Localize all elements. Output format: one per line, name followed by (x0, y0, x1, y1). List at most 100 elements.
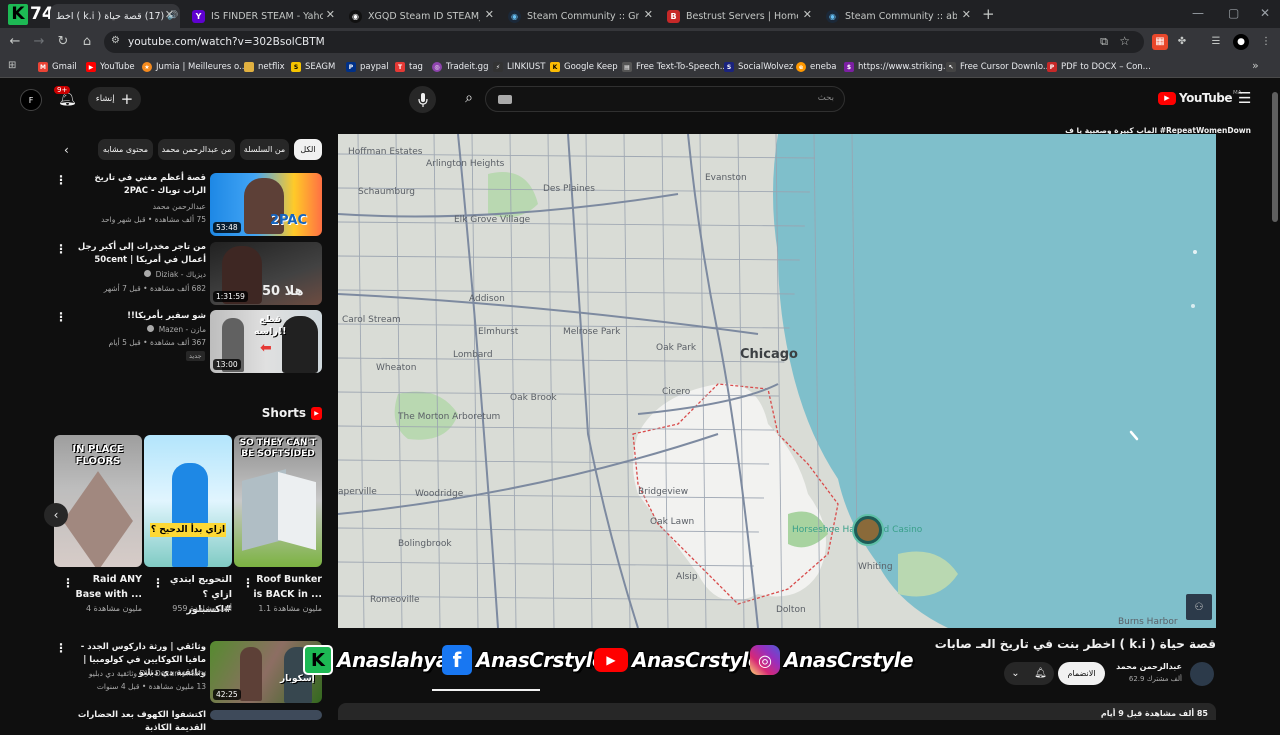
short-title[interactable]: Roof Bunker is BACK in ... (248, 572, 322, 602)
page-scrollbar[interactable] (1270, 80, 1280, 720)
related-thumbnail[interactable]: 2PAC 53:48 (210, 173, 322, 236)
short-card[interactable]: ازاي بدأ الدحيح ؟ (144, 435, 232, 567)
bookmark-google-keep[interactable]: K Google Keep (550, 60, 618, 74)
tab-youtube-video[interactable]: (17) قصة حياة ( k.i ) اخط 🔊 ✕ (50, 4, 180, 28)
shorts-prev-button[interactable]: ‹ (44, 503, 68, 527)
menu-icon[interactable]: ⋮ (1258, 34, 1274, 50)
progress-indicator[interactable] (432, 689, 540, 691)
related-channel[interactable]: DW Documentary وثائقية دي دبليو (72, 668, 206, 680)
create-button[interactable]: إنشاء + (88, 87, 141, 111)
bookmark-striking[interactable]: $ https://www.striking... (844, 60, 951, 74)
more-options-icon[interactable]: ⋮ (55, 641, 67, 655)
bookmark-seagm[interactable]: S SEAGM (291, 60, 335, 74)
bookmark-gmail[interactable]: M Gmail (38, 60, 77, 74)
description-box[interactable]: 85 ألف مشاهدة قبل 9 أيام (338, 703, 1216, 720)
bookmark-linkiust[interactable]: ⚡ LINKIUST (493, 60, 546, 74)
join-button[interactable]: الانضمام (1058, 662, 1105, 685)
bookmark-netflix[interactable]: netflix (244, 60, 285, 74)
more-options-icon[interactable]: ⋮ (55, 242, 67, 256)
puzzle-icon[interactable]: ✤ (1174, 34, 1190, 50)
youtube-logo[interactable]: ▶ YouTube MA (1158, 90, 1242, 105)
related-title[interactable]: قصة أعظم مغني في تاريخ الراب توباك - 2PA… (72, 172, 207, 198)
related-thumbnail[interactable]: قطع راسه!! ⬅ 13:00 (210, 310, 322, 373)
bookmark-star-icon[interactable]: ☆ (1119, 34, 1130, 48)
address-bar[interactable]: ⚙ youtube.com/watch?v=302BsolCBTM ⧉ ☆ (104, 31, 1144, 53)
forward-icon[interactable]: → (30, 34, 48, 49)
close-icon[interactable]: ✕ (803, 8, 812, 21)
short-card[interactable]: IN PLACE FLOORS (54, 435, 142, 567)
bookmark-tag[interactable]: Ttag (395, 60, 423, 74)
search-icon[interactable]: ⌕ (454, 90, 484, 106)
related-thumbnail[interactable] (210, 710, 322, 720)
chip-similar[interactable]: محتوى مشابه (98, 139, 153, 160)
close-icon[interactable]: ✕ (485, 8, 494, 21)
more-options-icon[interactable]: ⋮ (55, 173, 67, 187)
map-label: Elmhurst (478, 327, 519, 337)
profile-icon[interactable]: ● (1233, 34, 1249, 50)
chip-from-channel[interactable]: من عبدالرحمن محمد (158, 139, 235, 160)
related-title[interactable]: اكتشفوا الكهوف بعد الحضارات القديمة الكا… (72, 709, 206, 735)
close-icon[interactable]: ✕ (165, 8, 174, 21)
scrollbar-thumb[interactable] (1272, 92, 1278, 222)
bookmark-jumia[interactable]: ★ Jumia | Meilleures o... (142, 60, 247, 74)
related-thumbnail[interactable]: 50 هلا 1:31:59 (210, 242, 322, 305)
tab-yahoo[interactable]: Y IS FINDER STEAM - Yahoo Sear ✕ (186, 4, 341, 28)
video-player[interactable]: Hoffman Estates Arlington Heights Des Plai… (338, 134, 1216, 628)
close-icon[interactable]: ✕ (962, 8, 971, 21)
notifications-button[interactable]: 🔔︎ 9+ (54, 86, 80, 110)
short-card[interactable]: SO THEY CAN'T BE SOFTSIDED (234, 435, 322, 567)
more-options-icon[interactable]: ⋮ (152, 576, 164, 590)
bookmark-socialwolvez[interactable]: S SocialWolvez (724, 60, 793, 74)
chip-all[interactable]: الكل (294, 139, 322, 160)
back-icon[interactable]: ← (6, 34, 24, 49)
bookmark-pdf[interactable]: P PDF to DOCX – Con... (1047, 60, 1151, 74)
chip-series[interactable]: من السلسلة (240, 139, 289, 160)
bookmark-eneba[interactable]: e eneba (796, 60, 836, 74)
close-icon[interactable]: ✕ (644, 8, 653, 21)
reload-icon[interactable]: ↻ (54, 34, 72, 49)
site-info-icon[interactable]: ⚙ (111, 35, 120, 46)
voice-search-button[interactable] (409, 86, 436, 113)
apps-icon[interactable]: ⊞ (8, 60, 16, 71)
new-tab-button[interactable]: + (982, 5, 995, 23)
related-channel[interactable]: عبدالرحمن محمد (72, 201, 206, 213)
related-title[interactable]: شو سفير بأمريكا!! (72, 310, 206, 323)
bookmark-tts[interactable]: ▤ Free Text-To-Speech... (622, 60, 728, 74)
chips-prev-icon[interactable]: ‹ (64, 143, 69, 157)
keyboard-icon[interactable] (498, 95, 512, 104)
account-avatar[interactable]: F (20, 89, 42, 111)
short-building (278, 471, 316, 551)
more-options-icon[interactable]: ⋮ (242, 576, 254, 590)
tab-steam-profile[interactable]: ◉ Steam Community :: abdullah.R ✕ (820, 4, 977, 28)
related-channel[interactable]: مازن - Mazen (72, 324, 206, 336)
close-icon[interactable]: ✕ (326, 8, 335, 21)
channel-avatar[interactable] (1190, 662, 1214, 686)
hamburger-menu-icon[interactable]: ☰ (1238, 89, 1251, 107)
bookmark-cursor[interactable]: ↖ Free Cursor Downlo... (946, 60, 1051, 74)
related-channel[interactable]: ديزياك - Diziak (72, 269, 206, 281)
bookmark-youtube[interactable]: ▶ YouTube (86, 60, 135, 74)
tab-xgqd[interactable]: ◉ XGQD Steam ID STEAM_0:1:51: ✕ (343, 4, 500, 28)
extension-icon[interactable]: ▦ (1152, 34, 1168, 50)
search-input[interactable]: بحث (818, 93, 834, 103)
install-app-icon[interactable]: ⧉ (1100, 35, 1108, 49)
tab-bestrust[interactable]: B Bestrust Servers | Home ✕ (661, 4, 818, 28)
channel-watermark[interactable]: ⚇ (1186, 594, 1212, 620)
subscribed-button[interactable]: ⌄ 🔔︎ (1004, 662, 1054, 685)
channel-name[interactable]: عبدالرحمن محمد (1110, 662, 1182, 671)
more-bookmarks-icon[interactable]: » (1252, 59, 1259, 72)
more-options-icon[interactable]: ⋮ (62, 576, 74, 590)
minimize-icon[interactable]: — (1192, 6, 1204, 20)
related-title[interactable]: من تاجر مخدرات إلى أكبر رجل أعمال في أمر… (72, 241, 206, 267)
tab-steam-group[interactable]: ◉ Steam Community :: Group :: Bo ✕ (502, 4, 659, 28)
instagram-icon: ◎ (750, 645, 780, 675)
bookmark-tradeit[interactable]: ◎ Tradeit.gg (432, 60, 488, 74)
home-icon[interactable]: ⌂ (78, 34, 96, 49)
chip-label: الكل (300, 145, 316, 154)
bookmark-paypal[interactable]: Ppaypal (346, 60, 389, 74)
close-window-icon[interactable]: ✕ (1260, 6, 1270, 20)
maximize-icon[interactable]: ▢ (1228, 6, 1239, 20)
short-title[interactable]: Raid ANY Base with ... (70, 572, 142, 602)
more-options-icon[interactable]: ⋮ (55, 310, 67, 324)
reading-list-icon[interactable]: ☰ (1208, 34, 1224, 50)
